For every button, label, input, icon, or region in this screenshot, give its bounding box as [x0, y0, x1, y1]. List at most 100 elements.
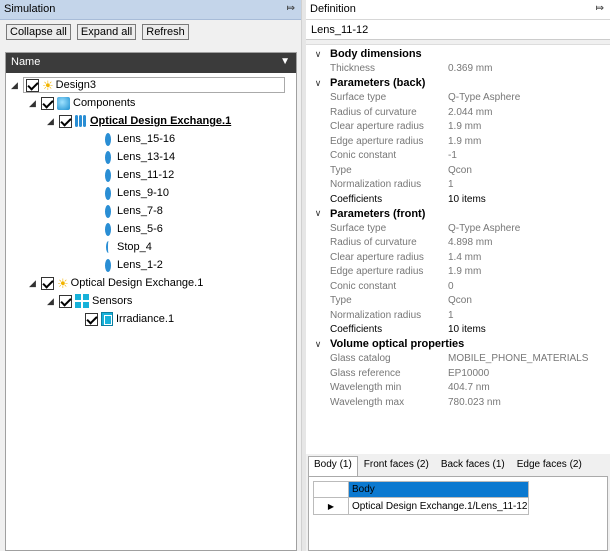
tree-node-sensors[interactable]: ◢ Sensors	[46, 292, 132, 310]
sensors-icon	[75, 294, 89, 308]
property-row[interactable]: Clear aperture radius 1.9 mm	[306, 120, 610, 135]
property-key: Glass catalog	[330, 353, 391, 365]
property-row[interactable]: Glass catalog MOBILE_PHONE_MATERIALS	[306, 352, 610, 367]
tree-node-stop[interactable]: Stop_4	[103, 238, 152, 256]
property-key: Wavelength max	[330, 396, 405, 408]
faces-tab-body: Body ▶ Optical Design Exchange.1/Lens_11…	[308, 476, 608, 551]
property-key: Type	[330, 164, 352, 176]
property-row[interactable]: Surface type Q-Type Asphere	[306, 91, 610, 106]
property-row[interactable]: Normalization radius 1	[306, 178, 610, 193]
section-parameters-back[interactable]: ∨ Parameters (back)	[306, 76, 610, 91]
property-row[interactable]: Radius of curvature 4.898 mm	[306, 236, 610, 251]
collapse-all-button[interactable]: Collapse all	[6, 24, 71, 40]
section-body-dimensions[interactable]: ∨ Body dimensions	[306, 47, 610, 62]
tab-body[interactable]: Body (1)	[308, 456, 358, 476]
tree-node-ode-source[interactable]: ◢ ☀ Optical Design Exchange.1	[28, 274, 203, 292]
simulation-panel-title: Simulation ⤇	[0, 0, 301, 20]
tab-edge-faces[interactable]: Edge faces (2)	[511, 456, 588, 476]
collapse-arrow-icon[interactable]: ◢	[28, 98, 37, 109]
sun-icon: ☀	[57, 275, 69, 291]
tree-node-components[interactable]: ◢ Components	[28, 94, 135, 112]
property-key: Coefficients	[330, 324, 383, 336]
tree-node-label: Components	[73, 97, 136, 109]
collapse-arrow-icon[interactable]: ◢	[10, 80, 19, 91]
property-row[interactable]: Edge aperture radius 1.9 mm	[306, 265, 610, 280]
tree-node-lens[interactable]: Lens_1-2	[103, 256, 163, 274]
table-row[interactable]: ▶ Optical Design Exchange.1/Lens_11-12	[313, 498, 529, 515]
collapse-arrow-icon[interactable]: ◢	[46, 296, 55, 307]
property-value: Q-Type Asphere	[448, 222, 521, 234]
property-row[interactable]: Type Qcon	[306, 294, 610, 309]
property-row[interactable]: Clear aperture radius 1.4 mm	[306, 250, 610, 265]
tree-node-lens[interactable]: Lens_9-10	[103, 184, 169, 202]
lens-icon	[105, 204, 111, 218]
tree-header-name[interactable]: Name	[11, 56, 40, 68]
tree-node-lens[interactable]: Lens_13-14	[103, 148, 175, 166]
property-key: Surface type	[330, 92, 387, 104]
collapse-chevron-icon[interactable]: ∨	[306, 78, 330, 89]
property-key: Thickness	[330, 63, 376, 75]
filter-icon[interactable]: ▼	[280, 56, 290, 67]
property-row[interactable]: Edge aperture radius 1.9 mm	[306, 134, 610, 149]
table-header-body[interactable]: Body	[349, 481, 529, 498]
checkbox[interactable]	[85, 312, 98, 326]
collapse-arrow-icon[interactable]: ◢	[46, 116, 55, 127]
property-key: Type	[330, 295, 352, 307]
checkbox[interactable]	[59, 294, 72, 308]
stop-icon	[106, 241, 111, 253]
property-row[interactable]: Type Qcon	[306, 163, 610, 178]
property-value: Q-Type Asphere	[448, 92, 521, 104]
tab-front-faces[interactable]: Front faces (2)	[358, 456, 435, 476]
tree-node-lens[interactable]: Lens_15-16	[103, 130, 175, 148]
table-cell[interactable]: Optical Design Exchange.1/Lens_11-12	[349, 498, 529, 515]
property-value: 404.7 nm	[448, 382, 490, 394]
property-row[interactable]: Conic constant -1	[306, 149, 610, 164]
tree-node-lens[interactable]: Lens_11-12	[103, 166, 174, 184]
collapse-chevron-icon[interactable]: ∨	[306, 49, 330, 60]
collapse-chevron-icon[interactable]: ∨	[306, 208, 330, 219]
tree-header: Name ▼	[6, 53, 296, 73]
property-key: Radius of curvature	[330, 237, 417, 249]
simulation-tree: Name ▼ ◢ ☀ Design3 ◢ Components ◢ Optica…	[5, 52, 297, 551]
tree-node-ode[interactable]: ◢ Optical Design Exchange.1	[46, 112, 231, 130]
tab-back-faces[interactable]: Back faces (1)	[435, 456, 511, 476]
lens-icon	[105, 132, 111, 146]
tree-node-label: Sensors	[92, 295, 133, 307]
property-row[interactable]: Conic constant 0	[306, 279, 610, 294]
tree-node-irradiance[interactable]: Irradiance.1	[85, 310, 174, 328]
definition-title: Definition	[310, 3, 356, 15]
tree-node-design-box[interactable]: ☀ Design3	[23, 77, 285, 93]
tree-node-lens[interactable]: Lens_7-8	[103, 202, 163, 220]
tree-node-design[interactable]: ◢ ☀ Design3	[10, 76, 285, 94]
property-value: 10 items	[448, 324, 486, 336]
property-row[interactable]: Glass reference EP10000	[306, 366, 610, 381]
property-row[interactable]: Surface type Q-Type Asphere	[306, 221, 610, 236]
pin-icon[interactable]: ⤇	[287, 3, 295, 14]
checkbox[interactable]	[41, 96, 54, 110]
checkbox[interactable]	[26, 78, 39, 92]
collapse-arrow-icon[interactable]: ◢	[28, 278, 37, 289]
property-row[interactable]: Thickness 0.369 mm	[306, 62, 610, 77]
section-title: Parameters (front)	[330, 207, 426, 220]
property-value: 4.898 mm	[448, 237, 493, 249]
collapse-chevron-icon[interactable]: ∨	[306, 339, 330, 350]
property-row-coefficients[interactable]: Coefficients 10 items	[306, 323, 610, 338]
property-row[interactable]: Radius of curvature 2.044 mm	[306, 105, 610, 120]
property-key: Clear aperture radius	[330, 251, 424, 263]
property-row-coefficients[interactable]: Coefficients 10 items	[306, 192, 610, 207]
property-row[interactable]: Wavelength min 404.7 nm	[306, 381, 610, 396]
refresh-button[interactable]: Refresh	[142, 24, 189, 40]
tree-node-lens[interactable]: Lens_5-6	[103, 220, 163, 238]
checkbox[interactable]	[41, 276, 54, 290]
section-volume-optical-properties[interactable]: ∨ Volume optical properties	[306, 337, 610, 352]
tree-node-label: Irradiance.1	[116, 313, 175, 325]
row-pointer-icon[interactable]: ▶	[313, 498, 349, 515]
expand-all-button[interactable]: Expand all	[76, 24, 137, 40]
property-row[interactable]: Normalization radius 1	[306, 308, 610, 323]
checkbox[interactable]	[59, 114, 72, 128]
section-parameters-front[interactable]: ∨ Parameters (front)	[306, 207, 610, 222]
pin-icon[interactable]: ⤇	[596, 3, 604, 14]
property-row[interactable]: Wavelength max 780.023 nm	[306, 395, 610, 410]
row-selector-header[interactable]	[313, 481, 349, 498]
property-value: Qcon	[448, 295, 472, 307]
